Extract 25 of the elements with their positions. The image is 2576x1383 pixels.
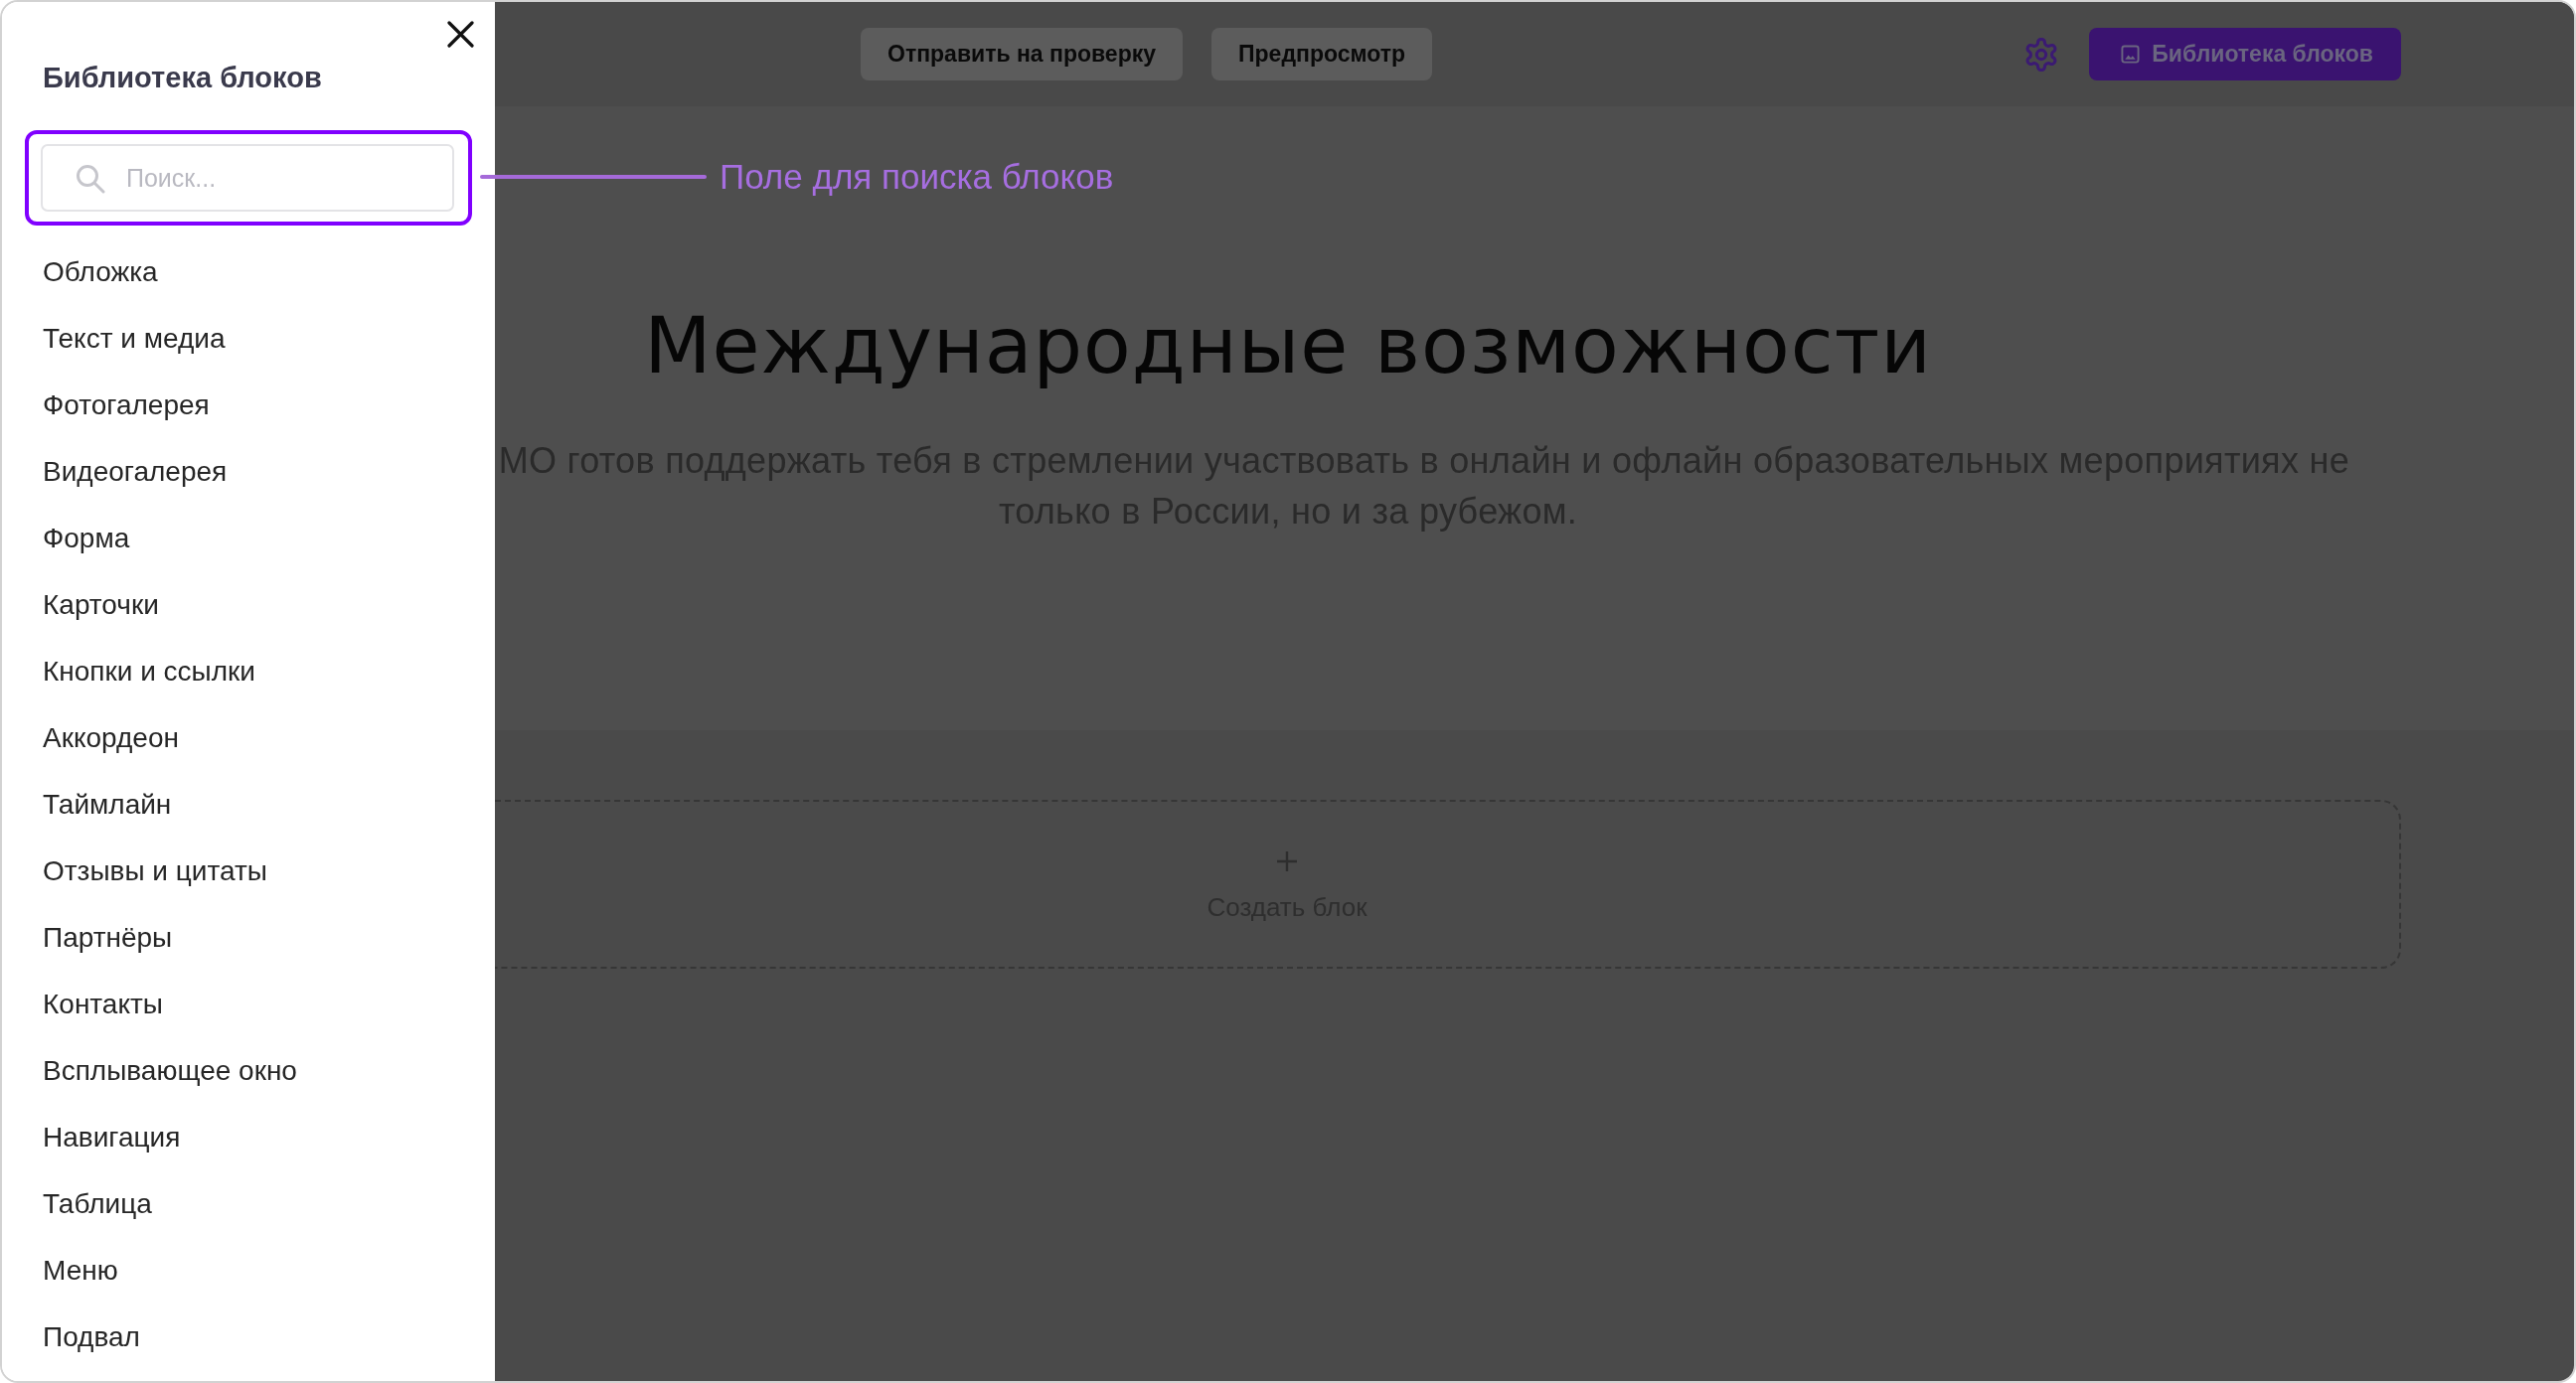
- close-icon[interactable]: [447, 21, 474, 48]
- callout-label: Поле для поиска блоков: [720, 156, 1114, 198]
- sidebar-item[interactable]: Фотогалерея: [2, 372, 495, 438]
- plus-icon: [1276, 850, 1298, 872]
- sidebar-item[interactable]: Контакты: [2, 971, 495, 1037]
- sidebar-item[interactable]: Таблица: [2, 1170, 495, 1237]
- search-icon: [76, 164, 105, 194]
- sidebar-item[interactable]: Партнёры: [2, 904, 495, 971]
- page-heading: Международные возможности: [643, 301, 1933, 390]
- sidebar-item[interactable]: Меню: [2, 1237, 495, 1304]
- sidebar-item[interactable]: Видеогалерея: [2, 438, 495, 505]
- search-field[interactable]: Поиск...: [41, 144, 454, 212]
- sidebar-item[interactable]: Текст и медиа: [2, 305, 495, 372]
- sidebar-item[interactable]: Всплывающее окно: [2, 1037, 495, 1104]
- image-icon: [2121, 45, 2141, 64]
- sidebar-item[interactable]: Форма: [2, 505, 495, 571]
- sidebar-title: Библиотека блоков: [43, 61, 322, 95]
- sidebar-item[interactable]: Карточки: [2, 571, 495, 638]
- sidebar-item[interactable]: Кнопки и ссылки: [2, 638, 495, 704]
- sidebar-item[interactable]: Навигация: [2, 1104, 495, 1170]
- sidebar-item[interactable]: Отзывы и цитаты: [2, 838, 495, 904]
- sidebar-item[interactable]: Обложка: [2, 238, 495, 305]
- sidebar-item[interactable]: Подвал: [2, 1304, 495, 1370]
- sidebar-item[interactable]: Таймлайн: [2, 771, 495, 838]
- sidebar-item[interactable]: Аккордеон: [2, 704, 495, 771]
